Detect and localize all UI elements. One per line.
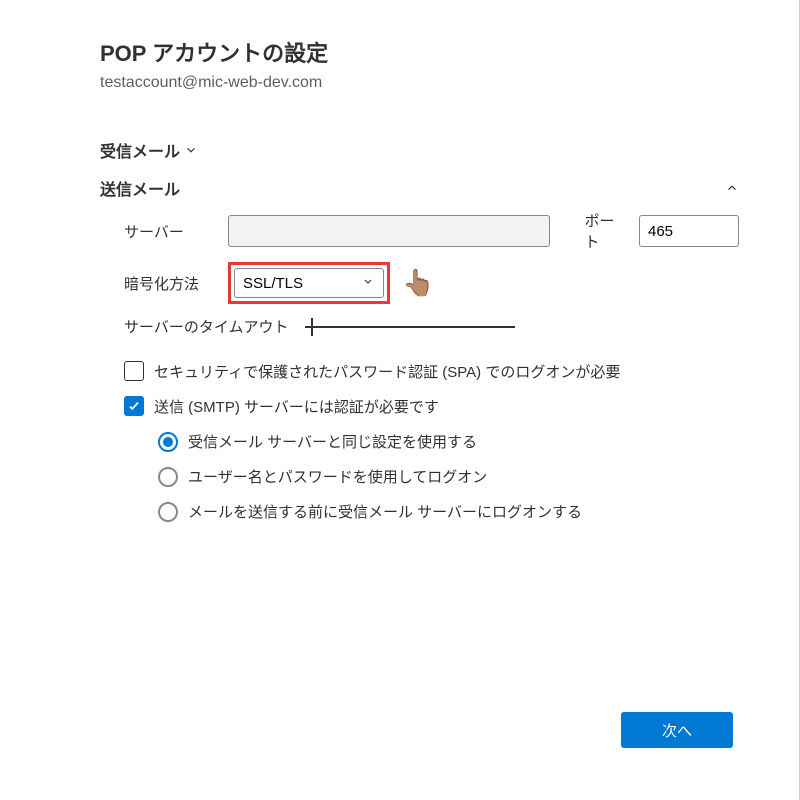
radio-same-as-incoming[interactable]: 受信メール サーバーと同じ設定を使用する [158,431,739,452]
spa-checkbox-label: セキュリティで保護されたパスワード認証 (SPA) でのログオンが必要 [154,361,620,382]
account-settings-panel: POP アカウントの設定 testaccount@mic-web-dev.com… [0,0,800,800]
smtp-auth-radio-group: 受信メール サーバーと同じ設定を使用する ユーザー名とパスワードを使用してログオ… [100,431,739,522]
section-incoming-label: 受信メール [100,138,180,162]
smtp-auth-checkbox-label: 送信 (SMTP) サーバーには認証が必要です [154,396,439,417]
pointing-hand-icon: 👆🏽 [402,268,434,299]
port-label: ポート [584,210,627,252]
radio-icon[interactable] [158,502,178,522]
section-incoming-mail[interactable]: 受信メール [100,138,739,162]
radio-username-password[interactable]: ユーザー名とパスワードを使用してログオン [158,466,739,487]
next-button[interactable]: 次へ [621,712,733,748]
section-outgoing-label: 送信メール [100,176,180,200]
port-input[interactable] [639,215,739,247]
server-input[interactable] [228,215,550,247]
timeout-slider[interactable] [305,317,515,337]
spa-checkbox-row[interactable]: セキュリティで保護されたパスワード認証 (SPA) でのログオンが必要 [100,361,739,382]
radio-label: 受信メール サーバーと同じ設定を使用する [188,431,477,452]
account-email: testaccount@mic-web-dev.com [100,74,739,92]
encryption-select-highlight: SSL/TLS [234,268,384,298]
page-title: POP アカウントの設定 [100,36,739,68]
spa-checkbox[interactable] [124,361,144,381]
radio-icon[interactable] [158,432,178,452]
smtp-auth-checkbox-row[interactable]: 送信 (SMTP) サーバーには認証が必要です [100,396,739,417]
chevron-down-icon [184,143,198,157]
radio-logon-before-send[interactable]: メールを送信する前に受信メール サーバーにログオンする [158,501,739,522]
encryption-row: 暗号化方法 SSL/TLS 👆🏽 [100,268,739,298]
radio-label: ユーザー名とパスワードを使用してログオン [188,466,487,487]
section-outgoing-mail[interactable]: 送信メール [100,176,739,200]
server-port-row: サーバー ポート [100,210,739,252]
server-label: サーバー [124,221,228,242]
timeout-row: サーバーのタイムアウト [100,316,739,337]
encryption-label: 暗号化方法 [124,273,234,294]
smtp-auth-checkbox[interactable] [124,396,144,416]
chevron-up-icon [725,181,739,195]
encryption-select[interactable]: SSL/TLS [234,268,384,298]
radio-label: メールを送信する前に受信メール サーバーにログオンする [188,501,582,522]
timeout-label: サーバーのタイムアウト [124,316,289,337]
radio-icon[interactable] [158,467,178,487]
